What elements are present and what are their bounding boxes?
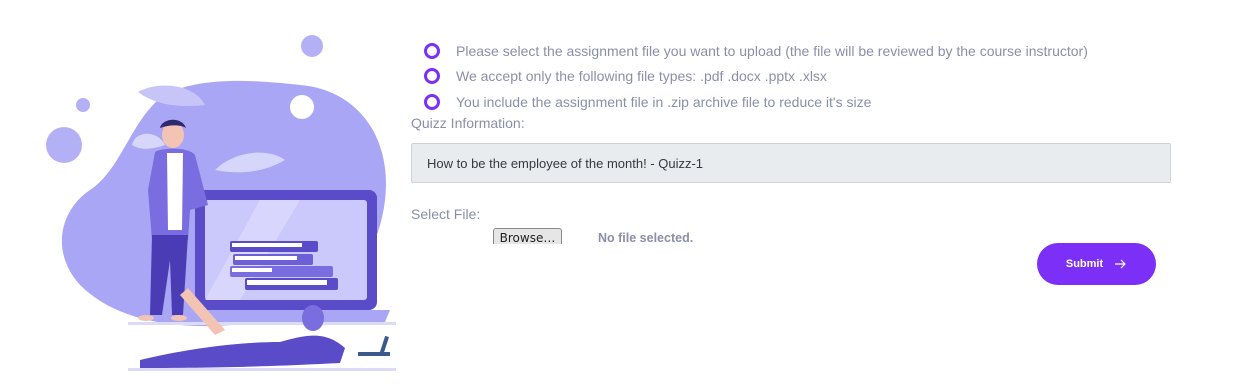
woman-body <box>140 335 345 368</box>
person-shirt <box>167 153 183 230</box>
list-item: We accept only the following file types:… <box>424 64 1088 90</box>
woman-head <box>302 305 324 331</box>
person-shoe <box>138 315 154 321</box>
list-item: You include the assignment file in .zip … <box>424 89 1088 115</box>
decor-circle <box>76 98 90 112</box>
submit-button[interactable]: Submit <box>1037 243 1156 285</box>
submit-label: Submit <box>1065 258 1104 270</box>
circle-bullet-icon <box>424 93 440 110</box>
quiz-info-field[interactable] <box>411 143 1171 183</box>
quiz-info-label: Quizz Information: <box>411 115 525 131</box>
instruction-text: We accept only the following file types:… <box>456 68 827 85</box>
book <box>232 268 272 272</box>
browse-button[interactable]: Browse… <box>493 228 562 244</box>
arrow-right-icon <box>1115 259 1127 269</box>
book <box>232 243 302 247</box>
instructions-list: Please select the assignment file you wa… <box>424 38 1088 115</box>
circle-bullet-icon <box>424 68 440 85</box>
hero-illustration <box>46 35 396 371</box>
file-status-text: No file selected. <box>598 231 694 245</box>
book <box>247 280 327 285</box>
decor-circle <box>46 127 82 163</box>
circle-bullet-icon <box>424 42 440 59</box>
list-item: Please select the assignment file you wa… <box>424 38 1088 64</box>
decor-circle <box>301 35 323 57</box>
instruction-text: You include the assignment file in .zip … <box>456 93 872 110</box>
floor-line <box>128 322 396 325</box>
book <box>235 256 297 260</box>
select-file-label: Select File: <box>411 206 481 222</box>
floor-line <box>128 368 396 371</box>
woman-laptop <box>358 352 390 356</box>
person-shoe <box>171 315 187 321</box>
instruction-text: Please select the assignment file you wa… <box>456 42 1088 59</box>
decor-circle <box>290 95 314 119</box>
